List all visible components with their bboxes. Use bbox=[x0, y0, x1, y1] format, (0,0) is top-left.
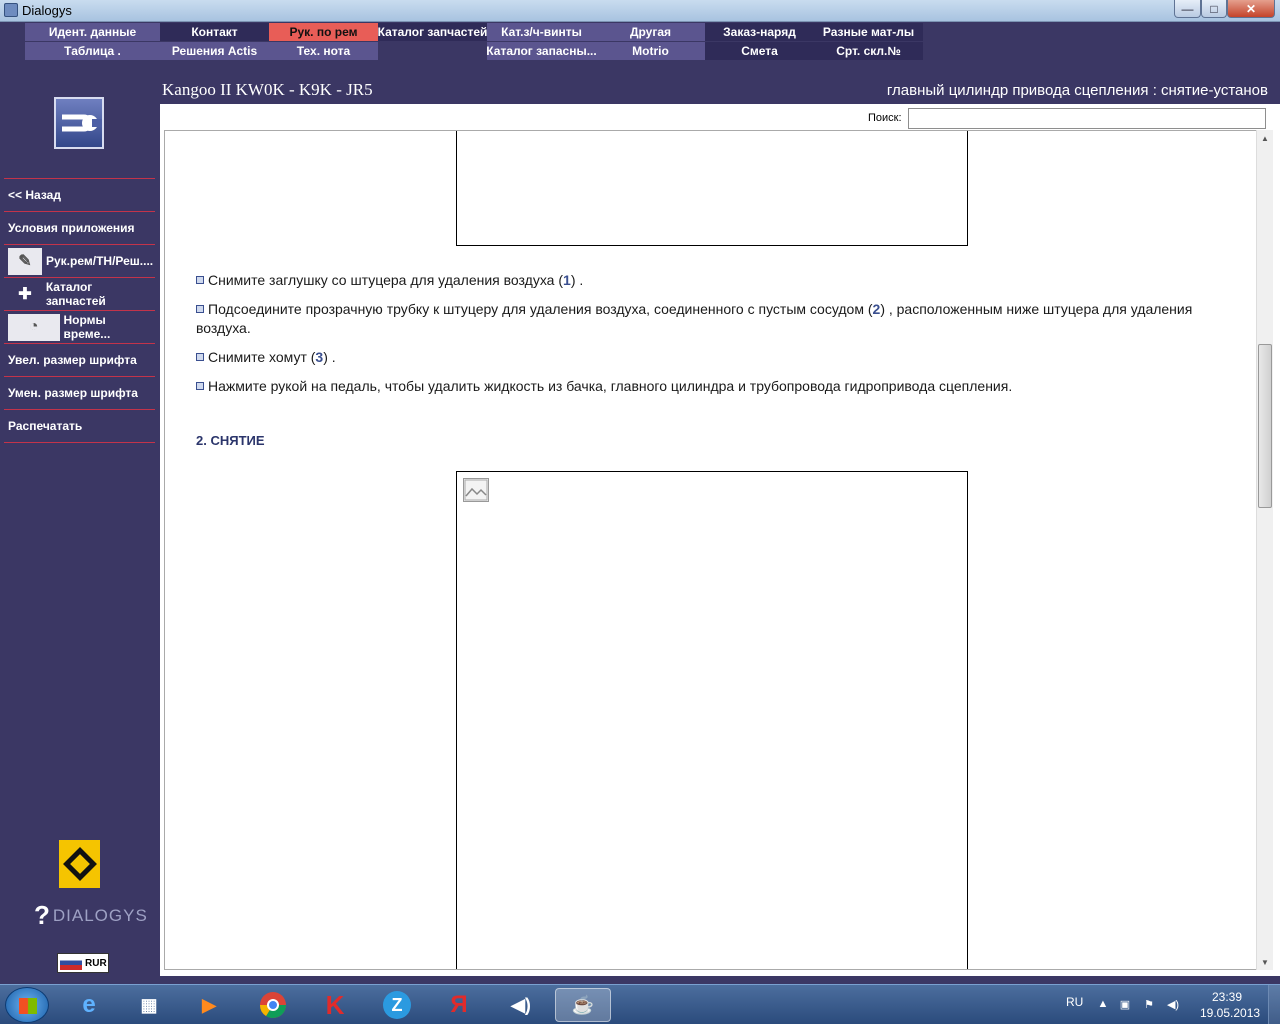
tab-other[interactable]: Другая bbox=[596, 23, 705, 41]
sidebar-item-label: Увел. размер шрифта bbox=[8, 353, 137, 367]
z-app-icon[interactable]: Z bbox=[369, 988, 425, 1022]
volume-icon[interactable]: ◀) bbox=[1166, 998, 1180, 1012]
search-label: Поиск: bbox=[868, 112, 902, 124]
sidebar-item-parts-catalog[interactable]: ✚ Каталог запчастей bbox=[4, 277, 155, 310]
bullet-icon bbox=[196, 353, 204, 361]
sidebar-item-label: Каталог запчастей bbox=[45, 280, 106, 308]
tray-expand-icon[interactable]: ▲ bbox=[1096, 998, 1110, 1012]
procedure-title: главный цилиндр привода сцепления : снят… bbox=[886, 82, 1268, 99]
clock-date[interactable]: 19.05.2013 bbox=[1200, 1006, 1260, 1020]
network-icon[interactable]: ▣ bbox=[1118, 998, 1132, 1012]
tab-repair-manual[interactable]: Рук. по рем bbox=[269, 23, 378, 41]
bullet-icon bbox=[196, 382, 204, 390]
russian-flag-icon bbox=[60, 956, 82, 970]
repair-manual-icon: ✎ bbox=[8, 247, 42, 275]
tab-motrio[interactable]: Motrio bbox=[596, 42, 705, 60]
illustration-frame bbox=[456, 471, 968, 969]
sidebar-item-terms[interactable]: Условия приложения bbox=[4, 211, 155, 244]
sidebar-item-label: << Назад bbox=[8, 188, 61, 202]
bullet-icon bbox=[196, 276, 204, 284]
sidebar-divider bbox=[4, 442, 155, 443]
sidebar-item-label: Рук.рем/ТН/Реш.... bbox=[46, 254, 154, 268]
parts-catalog-icon: ✚ bbox=[18, 286, 32, 303]
sidebar-item-label: Распечатать bbox=[8, 419, 83, 433]
broken-image-icon bbox=[463, 478, 489, 502]
tab-tech-note[interactable]: Тех. нота bbox=[269, 42, 378, 60]
action-center-flag-icon[interactable]: ⚑ bbox=[1142, 998, 1156, 1012]
kaspersky-icon[interactable]: K bbox=[307, 988, 363, 1022]
procedure-step: Снимите хомут (3) . bbox=[196, 348, 1236, 367]
currency-flag-button[interactable]: RUR bbox=[57, 953, 109, 973]
vehicle-title: Kangoo II KW0K - K9K - JR5 bbox=[162, 80, 373, 99]
tab-spare-catalog[interactable]: Каталог запасны... bbox=[487, 42, 596, 60]
tab-stock-number[interactable]: Срт. скл.№ bbox=[814, 42, 923, 60]
tab-misc-materials[interactable]: Разные мат-лы bbox=[814, 23, 923, 41]
sidebar-item-time-norms[interactable]: ◔ Нормы време... bbox=[4, 310, 155, 343]
tab-ident-data[interactable]: Идент. данные bbox=[25, 23, 160, 41]
tab-work-order[interactable]: Заказ-наряд bbox=[705, 23, 814, 41]
java-icon[interactable]: ☕ bbox=[555, 988, 611, 1022]
media-player-icon[interactable]: ▶ bbox=[181, 988, 237, 1022]
sidebar-item-decrease-font[interactable]: Умен. размер шрифта bbox=[4, 376, 155, 409]
tab-estimate[interactable]: Смета bbox=[705, 42, 814, 60]
yandex-icon[interactable]: Я bbox=[431, 988, 487, 1022]
tab-parts-catalog[interactable]: Каталог запчастей bbox=[378, 23, 487, 41]
chrome-icon[interactable] bbox=[245, 988, 301, 1022]
procedure-step: Нажмите рукой на педаль, чтобы удалить ж… bbox=[196, 377, 1236, 396]
top-navigation: Идент. данные Контакт Рук. по рем Катало… bbox=[0, 22, 1280, 62]
vertical-scrollbar[interactable]: ▲ ▼ bbox=[1256, 130, 1273, 970]
procedure-step: Подсоедините прозрачную трубку к штуцеру… bbox=[196, 301, 1193, 336]
sidebar-item-print[interactable]: Распечатать bbox=[4, 409, 155, 442]
close-button[interactable]: ✕ bbox=[1227, 0, 1275, 18]
tab-parts-screws[interactable]: Кат.з/ч-винты bbox=[487, 23, 596, 41]
audio-icon[interactable]: ◀) bbox=[493, 988, 549, 1022]
start-button[interactable] bbox=[5, 987, 49, 1023]
wrench-logo-icon bbox=[54, 97, 104, 149]
sidebar-item-label: Нормы време... bbox=[63, 313, 111, 341]
document-view: Снимите заглушку со штуцера для удаления… bbox=[164, 130, 1257, 970]
search-input[interactable] bbox=[908, 108, 1266, 129]
currency-code: RUR bbox=[85, 957, 107, 969]
renault-logo-icon bbox=[59, 840, 100, 888]
sidebar-item-back[interactable]: << Назад bbox=[4, 178, 155, 211]
scroll-up-arrow-icon[interactable]: ▲ bbox=[1257, 130, 1273, 146]
sidebar: << Назад Условия приложения ✎ Рук.рем/ТН… bbox=[0, 62, 160, 982]
tab-table[interactable]: Таблица . bbox=[25, 42, 160, 60]
section-heading: 2. СНЯТИЕ bbox=[196, 433, 265, 448]
clock-time[interactable]: 23:39 bbox=[1212, 990, 1242, 1004]
tab-actis-solutions[interactable]: Решения Actis bbox=[160, 42, 269, 60]
minimize-button[interactable]: — bbox=[1174, 0, 1201, 18]
content-panel: Поиск: Снимите заглушку со штуцера для у… bbox=[160, 104, 1280, 976]
dialogys-question-icon: ? bbox=[34, 900, 51, 930]
language-indicator[interactable]: RU bbox=[1066, 995, 1083, 1009]
explorer-icon[interactable]: ▦ bbox=[121, 988, 177, 1022]
procedure-step: Снимите заглушку со штуцера для удаления… bbox=[196, 271, 1236, 290]
window-titlebar: Dialogys — □ ✕ bbox=[0, 0, 1280, 22]
maximize-button[interactable]: □ bbox=[1201, 0, 1227, 18]
illustration-frame bbox=[456, 131, 968, 246]
bullet-icon bbox=[196, 305, 204, 313]
sidebar-item-label: Умен. размер шрифта bbox=[8, 386, 138, 400]
tab-contact[interactable]: Контакт bbox=[160, 23, 269, 41]
sidebar-item-increase-font[interactable]: Увел. размер шрифта bbox=[4, 343, 155, 376]
dialogys-logo: ? DIALOGYS bbox=[34, 900, 148, 930]
ie-icon[interactable]: e bbox=[61, 988, 117, 1022]
gauge-icon: ◔ bbox=[8, 313, 60, 341]
window-title: Dialogys bbox=[22, 3, 72, 18]
app-icon bbox=[4, 3, 18, 17]
windows-logo-icon bbox=[19, 998, 37, 1014]
taskbar: e ▦ ▶ K Z Я ◀) ☕ RU ▲ ▣ ⚑ ◀) 23:39 19.05… bbox=[0, 984, 1280, 1024]
show-desktop-button[interactable] bbox=[1268, 985, 1280, 1024]
sidebar-item-repair-manual[interactable]: ✎ Рук.рем/ТН/Реш.... bbox=[4, 244, 155, 277]
scrollbar-thumb[interactable] bbox=[1258, 344, 1272, 508]
scroll-down-arrow-icon[interactable]: ▼ bbox=[1257, 954, 1273, 970]
sidebar-item-label: Условия приложения bbox=[8, 221, 135, 235]
